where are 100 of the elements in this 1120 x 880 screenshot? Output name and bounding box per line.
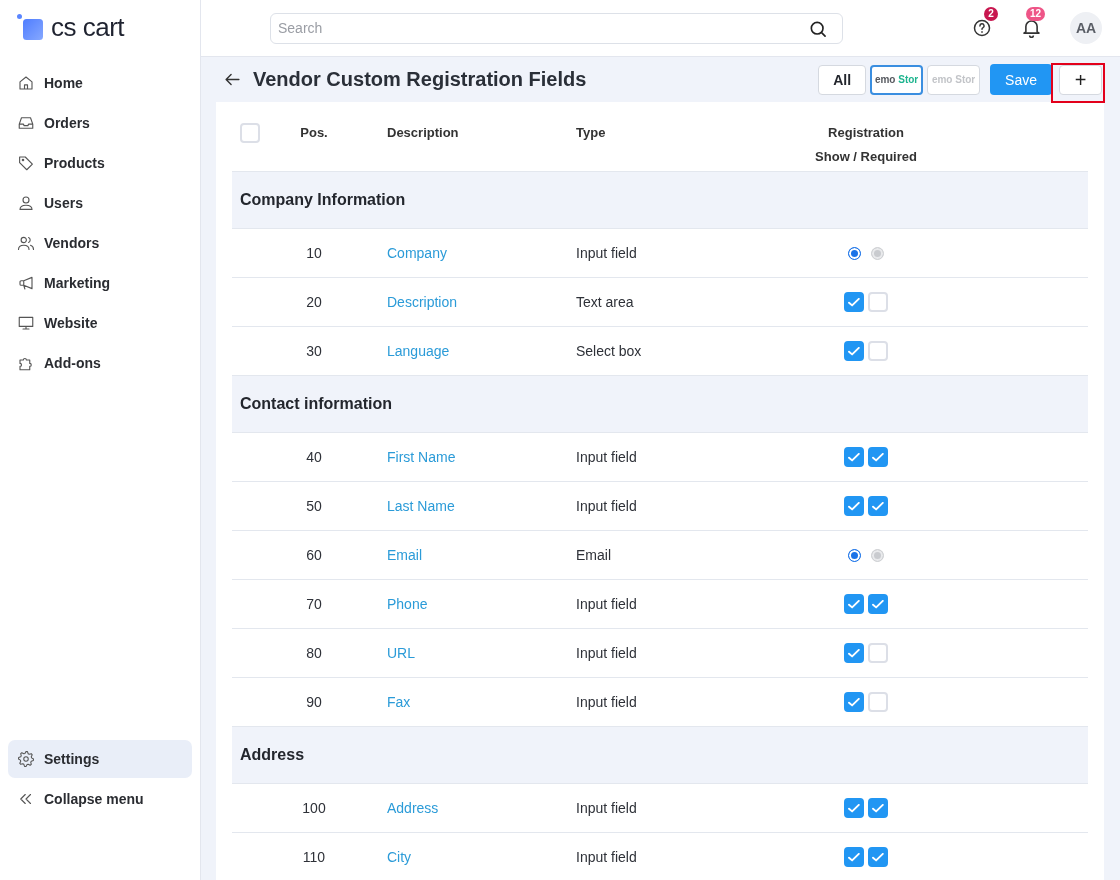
field-name-link[interactable]: Description [387,294,458,310]
monitor-icon [17,314,35,332]
help-icon[interactable] [972,18,992,38]
column-header: Description [387,125,459,140]
inbox-icon [17,114,35,132]
column-subheader: Show / Required [815,148,917,166]
position-number: 90 [306,694,322,710]
nav-item[interactable]: Vendors [17,223,100,263]
save-button[interactable]: Save [990,64,1052,95]
checkbox[interactable] [844,496,864,516]
column-header: Registration [828,124,904,142]
position-number: 10 [306,245,322,261]
nav-item[interactable]: Marketing [17,263,111,303]
radio-button[interactable] [848,548,861,562]
checkmark-icon [872,501,884,511]
radio-button[interactable] [848,246,861,260]
field-type: Input field [576,645,637,661]
field-type: Input field [576,800,637,816]
settings-item[interactable]: Settings [8,740,192,778]
position-number: 60 [306,547,322,563]
column-header: Pos. [300,125,328,140]
section-title: Contact information [240,395,392,413]
checkbox[interactable] [868,594,888,614]
field-name-link[interactable]: URL [387,645,415,661]
count-badge: 12 [1026,7,1046,21]
position-number: 110 [302,849,326,865]
field-name-link[interactable]: Last Name [387,498,455,514]
field-type: Input field [576,449,637,465]
field-name-link[interactable]: Fax [387,694,411,710]
section-title: Address [240,746,305,764]
field-name-link[interactable]: Language [387,343,450,359]
checkbox[interactable] [868,496,888,516]
checkmark-icon [848,803,860,813]
checkbox[interactable] [844,798,864,818]
field-type: Input field [576,245,637,261]
bell-icon[interactable] [1023,20,1040,38]
checkbox[interactable] [844,447,864,467]
position-number: 80 [306,645,322,661]
nav-item[interactable]: Orders [17,103,90,143]
storefront-button[interactable]: emo Stor [870,64,924,95]
checkmark-icon [848,852,860,862]
position-number: 100 [302,800,326,816]
checkbox[interactable] [844,594,864,614]
checkbox[interactable] [844,692,864,712]
position-number: 20 [306,294,322,310]
add-button[interactable]: + [1059,64,1102,95]
all-stores-button[interactable]: All [818,64,867,95]
checkbox[interactable] [844,292,864,312]
checkmark-icon [848,697,860,707]
field-type: Input field [576,596,637,612]
checkmark-icon [848,346,860,356]
checkbox[interactable] [868,447,888,467]
checkmark-icon [872,803,884,813]
position-number: 70 [306,596,322,612]
section-title: Company Information [240,191,406,209]
position-number: 40 [306,449,322,465]
settings-icon [17,750,35,768]
field-name-link[interactable]: Company [387,245,447,261]
select-all-checkbox[interactable] [240,123,260,143]
field-type: Input field [576,498,637,514]
position-number: 50 [306,498,322,514]
count-badge: 2 [984,7,998,21]
checkmark-icon [848,599,860,609]
checkmark-icon [848,648,860,658]
checkmark-icon [848,501,860,511]
logo-icon [17,14,43,40]
megaphone-icon [17,274,35,292]
user-icon [17,194,35,212]
checkbox[interactable] [844,847,864,867]
collapse-menu-item[interactable]: Collapse menu [17,779,144,819]
tag-icon [17,154,35,172]
checkbox[interactable] [868,847,888,867]
checkbox[interactable] [844,341,864,361]
checkmark-icon [848,297,860,307]
checkbox[interactable] [844,643,864,663]
nav-item[interactable]: Products [17,143,105,183]
field-type: Input field [576,694,637,710]
home-icon [17,74,35,92]
field-name-link[interactable]: Phone [387,596,428,612]
field-type: Text area [576,294,634,310]
logo-text: cs cart [51,12,125,42]
search-field[interactable]: Search [270,12,843,44]
nav-item[interactable]: Users [17,183,83,223]
field-name-link[interactable]: Address [387,800,439,816]
checkmark-icon [872,452,884,462]
field-name-link[interactable]: First Name [387,449,456,465]
avatar[interactable]: AA [1070,12,1102,44]
users-icon [17,234,35,252]
checkmark-icon [872,599,884,609]
position-number: 30 [306,343,322,359]
page-title: Vendor Custom Registration Fields [253,68,587,91]
field-type: Select box [576,343,642,359]
back-arrow-icon[interactable] [224,71,241,88]
nav-item[interactable]: Website [17,303,98,343]
nav-item[interactable]: Add-ons [17,343,101,383]
field-name-link[interactable]: Email [387,547,422,563]
field-name-link[interactable]: City [387,849,412,865]
field-type: Email [576,547,611,563]
checkbox[interactable] [868,798,888,818]
nav-item[interactable]: Home [17,63,83,103]
